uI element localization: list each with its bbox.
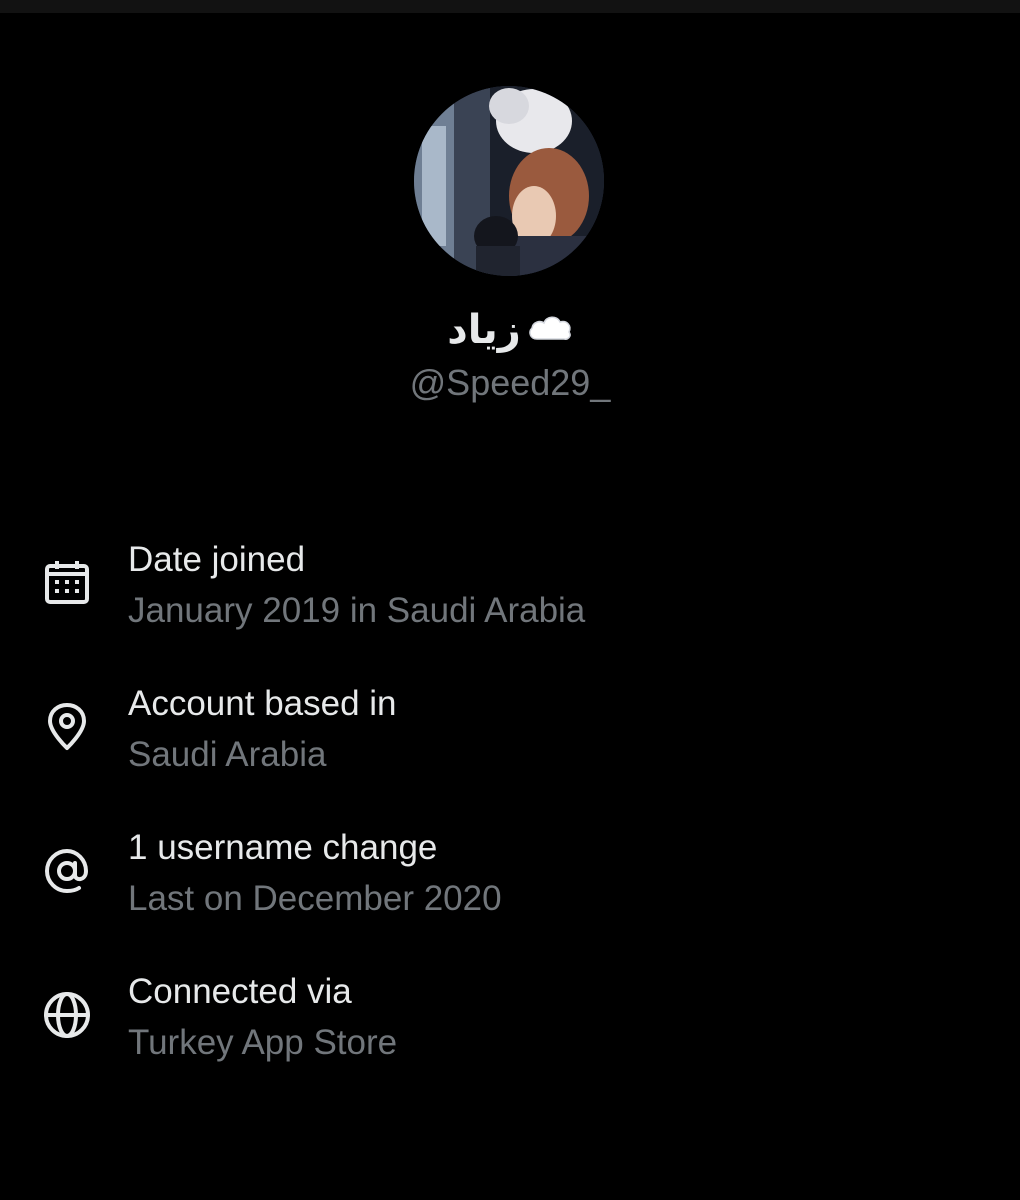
location-pin-icon: [40, 700, 94, 754]
date-joined-title: Date joined: [128, 540, 306, 579]
info-row-date-joined: Date joined January 2019 in Saudi Arabia: [0, 530, 1020, 674]
info-row-connected-via: Connected via Turkey App Store: [0, 962, 1020, 1106]
display-name: زياد: [0, 304, 1020, 356]
at-sign-icon: [40, 844, 94, 898]
date-joined-value: January 2019 in Saudi Arabia: [128, 591, 586, 630]
info-row-account-based-in: Account based in Saudi Arabia: [0, 674, 1020, 818]
account-based-in-title: Account based in: [128, 684, 397, 723]
calendar-icon: [40, 556, 94, 610]
display-name-text: زياد: [447, 307, 521, 353]
about-account-page: زياد @Speed29_ Date joined January 2019 …: [0, 0, 1020, 1200]
username-handle: @Speed29_: [409, 362, 611, 403]
username-change-title: 1 username change: [128, 828, 438, 867]
status-bar-strip: [0, 0, 1020, 13]
account-based-in-value: Saudi Arabia: [128, 735, 327, 774]
connected-via-value: Turkey App Store: [128, 1023, 398, 1062]
account-info-list: Date joined January 2019 in Saudi Arabia…: [0, 530, 1020, 1106]
connected-via-title: Connected via: [128, 972, 352, 1011]
cloud-emoji-icon: [527, 303, 573, 355]
avatar[interactable]: [414, 86, 604, 276]
username-change-value: Last on December 2020: [128, 879, 502, 918]
info-row-username-change: 1 username change Last on December 2020: [0, 818, 1020, 962]
globe-icon: [40, 988, 94, 1042]
avatar-image: [414, 86, 604, 276]
